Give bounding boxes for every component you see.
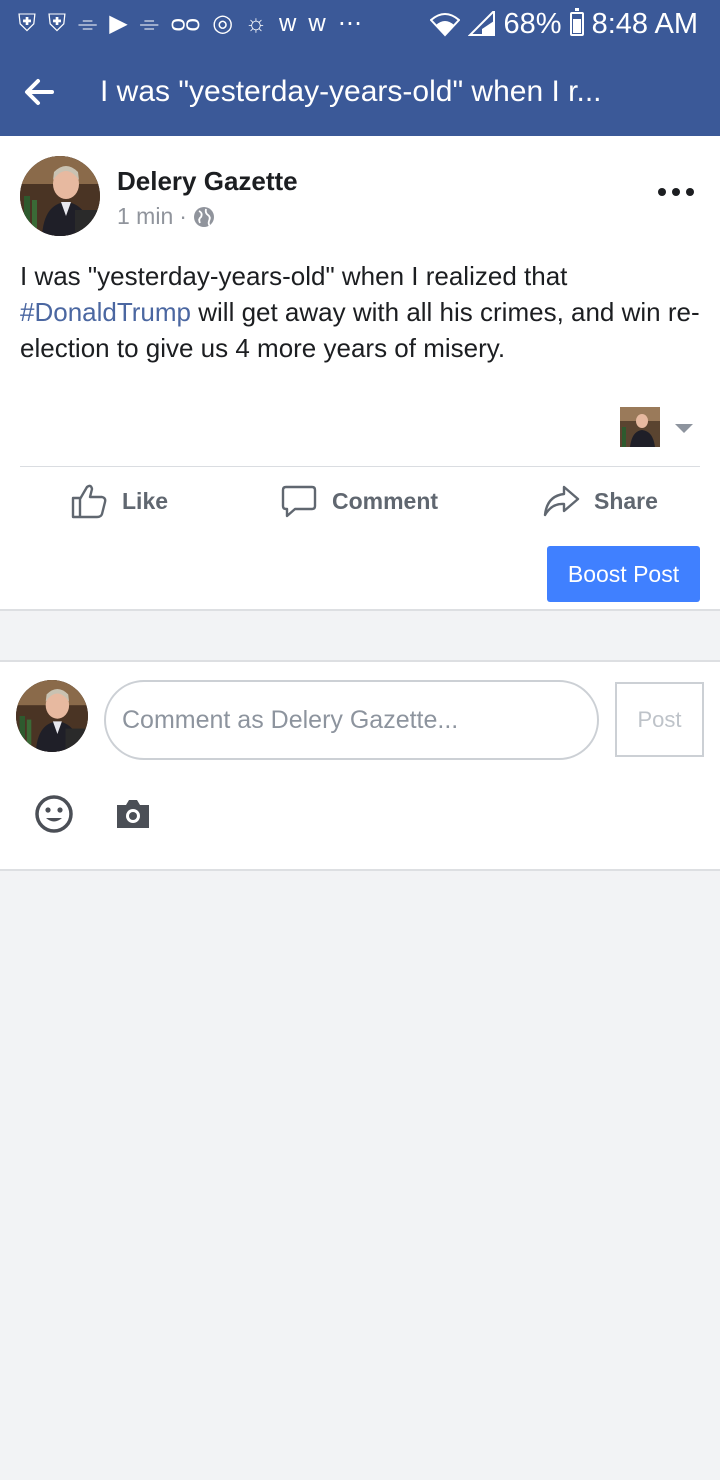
wifi-icon [429,13,460,37]
share-label: Share [594,487,658,514]
instagram-icon: ◎ [212,10,234,37]
voicemail-icon: ᴑᴑ [170,10,201,37]
share-button[interactable]: Share [542,476,658,526]
post-actions: Like Comment Share [0,476,720,526]
like-button[interactable]: Like [70,476,168,526]
commenter-avatar [16,680,88,752]
post-options-button[interactable] [658,180,694,204]
system-status: 68% 8:48 AM [429,6,698,42]
emoji-icon[interactable] [34,794,74,834]
more-dot-icon [686,188,694,196]
status-bar: ⛨ ⛨ ⌯ ▶ ⌯ ᴑᴑ ◎ ☼ ᴡ ᴡ ⋯ 68% 8:48 AM [0,0,720,48]
comment-bubble-icon [281,485,317,518]
divider [20,466,700,467]
more-dot-icon [658,188,666,196]
globe-icon [193,206,214,227]
comment-composer: Post [0,660,720,871]
w-icon: ᴡ [308,10,326,37]
post-meta: 1 min · [117,203,215,230]
post-text: I was "yesterday-years-old" when I reali… [20,258,700,366]
battery-icon [569,8,584,36]
app-bar: I was "yesterday-years-old" when I r... [0,48,720,136]
post-text-start: I was "yesterday-years-old" when I reali… [20,261,568,291]
comment-label: Comment [332,487,439,514]
share-arrow-icon [543,485,580,517]
more-dot-icon [672,188,680,196]
author-avatar[interactable] [20,156,100,236]
caret-down-icon[interactable] [675,424,693,433]
cast-icon: ⌯ [139,10,159,37]
back-arrow-icon[interactable] [20,72,60,112]
cast-icon: ⌯ [78,10,98,37]
camera-icon[interactable] [114,796,152,832]
post-time[interactable]: 1 min [117,203,173,230]
w-icon: ᴡ [279,10,297,37]
boost-post-button[interactable]: Boost Post [547,546,700,602]
comment-input[interactable] [104,680,599,760]
avatar-photo [20,156,100,236]
notification-icons: ⛨ ⛨ ⌯ ▶ ⌯ ᴑᴑ ◎ ☼ ᴡ ᴡ ⋯ [18,8,362,40]
post-comment-button[interactable]: Post [615,682,704,757]
post-card: Delery Gazette 1 min · I was "yesterday-… [0,136,720,611]
shield-icon: ⛨ [48,10,66,37]
avatar-photo [16,680,88,752]
page-thumbnail[interactable] [620,407,660,447]
comment-button[interactable]: Comment [280,476,438,526]
page-title: I was "yesterday-years-old" when I r... [100,75,602,108]
battery-percent: 68% [503,7,562,40]
hashtag-link[interactable]: #DonaldTrump [20,297,191,327]
shield-icon: ⛨ [18,10,36,37]
thumbnail-photo [620,407,660,447]
author-name[interactable]: Delery Gazette [117,166,298,197]
weather-icon: ☼ [245,10,268,37]
signal-icon [467,11,495,36]
clock: 8:48 AM [591,7,698,40]
more-notifications-icon: ⋯ [337,10,362,37]
thumbs-up-icon [71,484,107,519]
youtube-icon: ▶ [109,10,128,37]
meta-separator: · [179,203,187,229]
like-label: Like [122,487,169,514]
